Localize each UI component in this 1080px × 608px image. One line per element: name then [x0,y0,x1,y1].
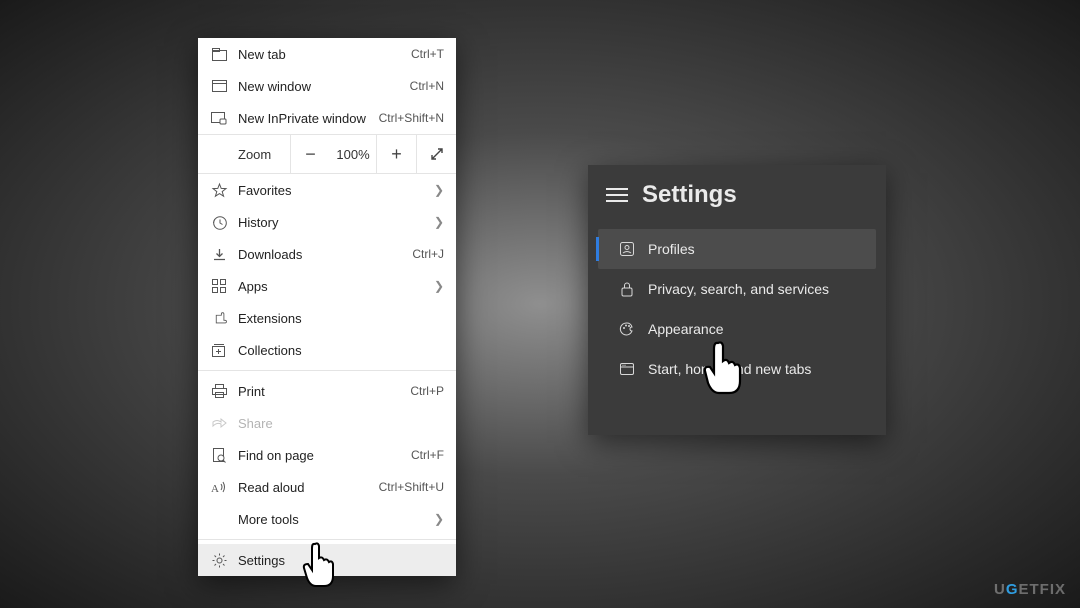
zoom-in-button[interactable]: + [376,135,416,173]
settings-title: Settings [642,181,737,209]
settings-item-start[interactable]: Start, home, and new tabs [598,349,876,389]
menu-apps[interactable]: Apps ❯ [198,270,456,302]
extensions-icon [208,311,230,326]
menu-shortcut: Ctrl+F [411,448,444,462]
share-icon [208,417,230,430]
menu-label: More tools [230,512,434,527]
menu-shortcut: Ctrl+Shift+N [379,111,444,125]
menu-shortcut: Ctrl+P [410,384,444,398]
menu-label: Share [230,416,444,431]
menu-settings[interactable]: Settings [198,544,456,576]
settings-item-label: Start, home, and new tabs [640,361,811,377]
new-window-icon [208,80,230,92]
menu-label: New InPrivate window [230,111,379,126]
menu-label: Apps [230,279,434,294]
chevron-right-icon: ❯ [434,512,444,526]
menu-label: History [230,215,434,230]
collections-icon [208,343,230,357]
zoom-label: Zoom [198,147,290,162]
menu-label: Read aloud [230,480,379,495]
print-icon [208,384,230,398]
profiles-icon [614,241,640,257]
settings-item-label: Appearance [640,321,724,337]
menu-label: Print [230,384,410,399]
menu-label: New window [230,79,410,94]
menu-find-on-page[interactable]: Find on page Ctrl+F [198,439,456,471]
settings-header: Settings [588,181,886,229]
menu-downloads[interactable]: Downloads Ctrl+J [198,238,456,270]
menu-label: Find on page [230,448,411,463]
menu-favorites[interactable]: Favorites ❯ [198,174,456,206]
menu-new-tab[interactable]: New tab Ctrl+T [198,38,456,70]
menu-separator [198,539,456,540]
settings-item-label: Profiles [640,241,695,257]
menu-print[interactable]: Print Ctrl+P [198,375,456,407]
hamburger-icon[interactable] [606,188,628,202]
menu-separator [198,370,456,371]
edge-overflow-menu: New tab Ctrl+T New window Ctrl+N New InP… [198,38,456,576]
downloads-icon [208,247,230,262]
apps-icon [208,279,230,293]
menu-extensions[interactable]: Extensions [198,302,456,334]
menu-new-window[interactable]: New window Ctrl+N [198,70,456,102]
menu-share: Share [198,407,456,439]
settings-item-profiles[interactable]: Profiles [598,229,876,269]
chevron-right-icon: ❯ [434,279,444,293]
menu-shortcut: Ctrl+Shift+U [379,480,444,494]
chevron-right-icon: ❯ [434,183,444,197]
gear-icon [208,553,230,568]
menu-label: Settings [230,553,444,568]
lock-icon [614,281,640,297]
menu-history[interactable]: History ❯ [198,206,456,238]
menu-label: New tab [230,47,411,62]
chevron-right-icon: ❯ [434,215,444,229]
menu-collections[interactable]: Collections [198,334,456,366]
menu-label: Collections [230,343,444,358]
menu-shortcut: Ctrl+T [411,47,444,61]
settings-item-appearance[interactable]: Appearance [598,309,876,349]
settings-item-privacy[interactable]: Privacy, search, and services [598,269,876,309]
find-icon [208,448,230,463]
menu-label: Favorites [230,183,434,198]
inprivate-icon [208,112,230,125]
menu-shortcut: Ctrl+N [410,79,444,93]
watermark: UGETFIX [994,581,1066,598]
menu-shortcut: Ctrl+J [412,247,444,261]
zoom-value: 100% [330,147,376,162]
menu-more-tools[interactable]: More tools ❯ [198,503,456,535]
read-aloud-icon: A [208,480,230,494]
menu-label: Downloads [230,247,412,262]
favorites-icon [208,183,230,198]
menu-new-inprivate[interactable]: New InPrivate window Ctrl+Shift+N [198,102,456,134]
history-icon [208,215,230,230]
zoom-row: Zoom − 100% + [198,134,456,174]
new-tab-icon [208,48,230,61]
svg-text:A: A [211,483,219,495]
settings-sidebar: Settings Profiles Privacy, search, and s… [588,165,886,435]
fullscreen-button[interactable] [416,135,456,173]
menu-read-aloud[interactable]: A Read aloud Ctrl+Shift+U [198,471,456,503]
start-icon [614,362,640,376]
appearance-icon [614,321,640,337]
menu-label: Extensions [230,311,444,326]
zoom-out-button[interactable]: − [290,135,330,173]
settings-item-label: Privacy, search, and services [640,281,829,297]
